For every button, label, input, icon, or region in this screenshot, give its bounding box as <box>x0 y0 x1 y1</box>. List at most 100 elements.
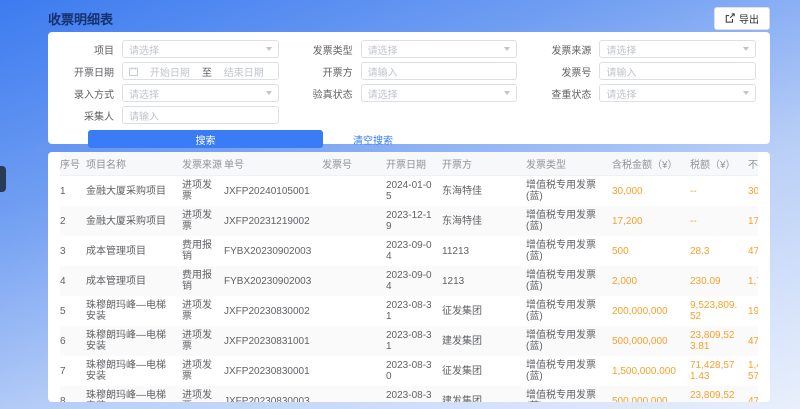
table-cell: 增值税专用发票(蓝) <box>526 326 612 356</box>
filter-field-label: 查重状态 <box>539 86 591 101</box>
text-input-5[interactable]: 请输入 <box>361 62 518 80</box>
table-cell: 500 <box>612 236 690 266</box>
table-cell: 成本管理项目 <box>86 266 182 296</box>
table-cell: 471.7 <box>748 236 758 266</box>
table-cell: 增值税专用发票(蓝) <box>526 236 612 266</box>
table-cell: 1 <box>60 176 86 207</box>
table-row[interactable]: 7珠穆朗玛峰—电梯安装进项发票JXFP202308300012023-08-30… <box>60 356 758 386</box>
table-cell: 7 <box>60 356 86 386</box>
table-cell: 1,500,000,000 <box>612 356 690 386</box>
clear-search-link[interactable]: 清空搜索 <box>353 132 393 147</box>
table-cell: 2023-08-30 <box>386 386 442 402</box>
table-cell <box>322 206 386 236</box>
invoice-table-card: 序号项目名称发票来源单号发票号开票日期开票方发票类型含税金额（¥）税额（¥）不含… <box>48 152 770 402</box>
export-icon <box>725 13 735 23</box>
table-row[interactable]: 3成本管理项目费用报销FYBX202309020032023-09-041121… <box>60 236 758 266</box>
table-cell: 2 <box>60 206 86 236</box>
filter-field-10: 采集人请输入 <box>62 107 279 123</box>
table-cell: JXFP20231219002 <box>224 206 322 236</box>
select-2[interactable]: 请选择 <box>361 40 518 58</box>
date-range-input[interactable]: 开始日期至结束日期 <box>122 62 279 80</box>
column-header: 开票日期 <box>386 152 442 176</box>
table-cell: 增值税专用发票(蓝) <box>526 176 612 207</box>
table-cell: JXFP20240105001 <box>224 176 322 207</box>
select-8[interactable]: 请选择 <box>361 84 518 102</box>
table-cell: 6 <box>60 326 86 356</box>
table-cell: 进项发票 <box>182 296 224 326</box>
filter-field-3: 发票来源请选择 <box>539 41 756 57</box>
table-cell <box>322 326 386 356</box>
filter-field-label: 开票方 <box>301 64 353 79</box>
table-cell: 征发集团 <box>442 296 526 326</box>
filter-field-9: 查重状态请选择 <box>539 85 756 101</box>
table-cell: 成本管理项目 <box>86 236 182 266</box>
filter-field-5: 开票方请输入 <box>301 63 518 79</box>
table-cell <box>322 356 386 386</box>
table-cell: 23,809,523.81 <box>690 386 748 402</box>
filter-field-label: 项目 <box>62 42 114 57</box>
table-cell: 1,769.91 <box>748 266 758 296</box>
export-button[interactable]: 导出 <box>714 7 770 30</box>
table-cell: 8 <box>60 386 86 402</box>
table-cell: 30,000 <box>748 176 758 207</box>
table-row[interactable]: 8珠穆朗玛峰—电梯安装进项发票JXFP202308300032023-08-30… <box>60 386 758 402</box>
table-cell: 珠穆朗玛峰—电梯安装 <box>86 326 182 356</box>
table-cell: 建发集团 <box>442 386 526 402</box>
export-label: 导出 <box>739 11 759 26</box>
main-content: 收票明细表 导出 项目请选择发票类型请选择发票来源请选择开票日期开始日期至结束日… <box>48 8 770 402</box>
table-cell: JXFP20230830001 <box>224 356 322 386</box>
table-cell: 2023-08-31 <box>386 296 442 326</box>
filter-field-8: 验真状态请选择 <box>301 85 518 101</box>
column-header: 单号 <box>224 152 322 176</box>
filter-panel: 项目请选择发票类型请选择发票来源请选择开票日期开始日期至结束日期开票方请输入发票… <box>48 32 770 144</box>
filter-field-label: 采集人 <box>62 108 114 123</box>
table-cell: 增值税专用发票(蓝) <box>526 206 612 236</box>
table-row[interactable]: 5珠穆朗玛峰—电梯安装进项发票JXFP202308300022023-08-31… <box>60 296 758 326</box>
table-cell: 进项发票 <box>182 386 224 402</box>
filter-field-label: 开票日期 <box>62 64 114 79</box>
column-header: 发票类型 <box>526 152 612 176</box>
table-row[interactable]: 2金融大厦采购项目进项发票JXFP202312190022023-12-19东海… <box>60 206 758 236</box>
table-cell: 230.09 <box>690 266 748 296</box>
table-cell: 476,190,476.19 <box>748 386 758 402</box>
table-cell: 11213 <box>442 236 526 266</box>
table-cell: 2024-01-05 <box>386 176 442 207</box>
search-button[interactable]: 搜索 <box>88 130 323 148</box>
column-header: 序号 <box>60 152 86 176</box>
table-cell: 17,200 <box>612 206 690 236</box>
table-cell: JXFP20230831001 <box>224 326 322 356</box>
table-row[interactable]: 4成本管理项目费用报销FYBX202309020032023-09-041213… <box>60 266 758 296</box>
table-cell: 金融大厦采购项目 <box>86 176 182 207</box>
table-row[interactable]: 1金融大厦采购项目进项发票JXFP202401050012024-01-05东海… <box>60 176 758 207</box>
table-cell: 东海特佳 <box>442 176 526 207</box>
table-cell: 2,000 <box>612 266 690 296</box>
table-cell: 2023-09-04 <box>386 236 442 266</box>
select-7[interactable]: 请选择 <box>122 84 279 102</box>
table-cell: 进项发票 <box>182 356 224 386</box>
table-cell: 东海特佳 <box>442 206 526 236</box>
table-cell: 金融大厦采购项目 <box>86 206 182 236</box>
chevron-down-icon <box>743 47 749 51</box>
text-input-10[interactable]: 请输入 <box>122 106 279 124</box>
column-header: 开票方 <box>442 152 526 176</box>
table-header-row: 序号项目名称发票来源单号发票号开票日期开票方发票类型含税金额（¥）税额（¥）不含… <box>60 152 758 176</box>
select-3[interactable]: 请选择 <box>599 40 756 58</box>
table-row[interactable]: 6珠穆朗玛峰—电梯安装进项发票JXFP202308310012023-08-31… <box>60 326 758 356</box>
table-body: 1金融大厦采购项目进项发票 JXFP20240105001 2024-01-05东海… <box>60 176 758 403</box>
table-cell: 190,476,190.48 <box>748 296 758 326</box>
select-1[interactable]: 请选择 <box>122 40 279 58</box>
table-cell <box>322 236 386 266</box>
text-input-6[interactable]: 请输入 <box>599 62 756 80</box>
sidebar-drawer-handle[interactable] <box>0 166 6 192</box>
table-cell: 2023-08-31 <box>386 326 442 356</box>
table-cell <box>322 266 386 296</box>
table-cell: 5 <box>60 296 86 326</box>
table-cell: 珠穆朗玛峰—电梯安装 <box>86 386 182 402</box>
column-header: 税额（¥） <box>690 152 748 176</box>
table-cell: 征发集团 <box>442 356 526 386</box>
chevron-down-icon <box>743 91 749 95</box>
select-9[interactable]: 请选择 <box>599 84 756 102</box>
table-cell: 30,000 <box>612 176 690 207</box>
filter-actions: 搜索 清空搜索 <box>88 130 756 148</box>
filter-field-1: 项目请选择 <box>62 41 279 57</box>
